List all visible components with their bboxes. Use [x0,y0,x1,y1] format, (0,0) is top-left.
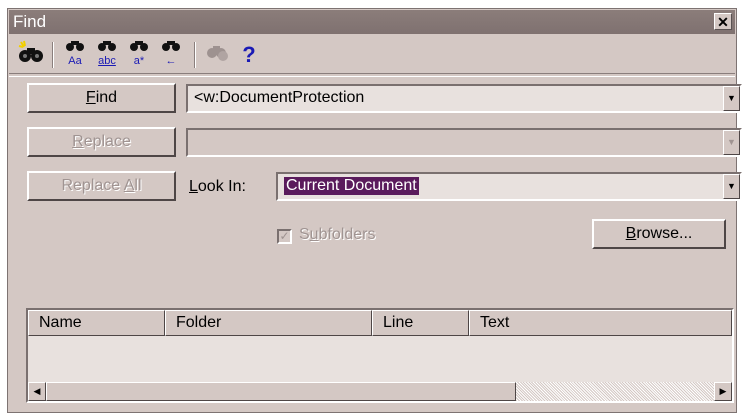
disabled-tool-icon[interactable] [202,40,232,70]
wildcard-caption: a* [133,55,145,67]
replace-all-label-end: ll [134,177,142,194]
replace-input[interactable]: ▼ [186,128,742,157]
replace-all-button[interactable]: Replace All [27,171,176,201]
browse-mnemonic: B [625,225,637,242]
scroll-left-icon[interactable]: ◀ [28,382,46,401]
match-case-caption: Aa [68,55,82,67]
close-icon[interactable]: ✕ [714,13,732,30]
replace-button[interactable]: Replace [27,127,176,157]
find-input-value: <w:DocumentProtection [194,89,365,106]
look-in-label: Look In: [189,178,246,196]
chevron-down-icon[interactable]: ▼ [723,130,740,155]
column-header-folder[interactable]: Folder [165,310,372,336]
look-in-mnemonic: L [189,178,198,195]
window-title: Find [13,12,47,31]
wildcard-icon[interactable]: a* [124,40,154,70]
chevron-down-icon[interactable]: ▼ [723,86,740,111]
look-in-value: Current Document [284,177,419,195]
whole-word-icon[interactable]: abc [92,40,122,70]
look-in-label-text: ook In: [197,178,246,195]
column-header-line[interactable]: Line [372,310,469,336]
results-list[interactable]: Name Folder Line Text ◀ ▶ [26,308,734,403]
whole-word-caption: abc [98,55,116,67]
help-icon[interactable]: ? [234,40,264,70]
browse-button[interactable]: Browse... [592,219,726,249]
chevron-down-icon[interactable]: ▼ [723,174,740,199]
scroll-right-icon[interactable]: ▶ [714,382,732,401]
match-case-icon[interactable]: Aa [60,40,90,70]
toolbar-separator [52,42,54,68]
replace-all-label: Replace [61,177,124,194]
find-input[interactable]: <w:DocumentProtection ▼ [186,84,742,113]
find-button[interactable]: Find [27,83,176,113]
column-header-name[interactable]: Name [28,310,165,336]
look-in-select[interactable]: Current Document ▼ [276,172,742,201]
toolbar-separator [194,42,196,68]
find-button-label: ind [95,89,118,106]
find-mnemonic: F [85,89,96,106]
find-previous-icon[interactable]: ← [156,40,186,70]
scrollbar-track[interactable] [516,382,714,401]
title-bar: Find ✕ [9,10,735,34]
replace-all-mnemonic: A [123,177,135,194]
subfolders-label: Subfolders [299,226,376,244]
find-binoculars-icon[interactable] [16,40,46,70]
subfolders-checkbox[interactable]: ✓ [277,229,292,244]
toolbar-divider [9,73,735,77]
scrollbar-thumb[interactable] [46,382,516,401]
find-previous-caption: ← [165,55,177,67]
column-header-text[interactable]: Text [469,310,732,336]
toolbar: Aa abc a* ← ? [12,38,732,72]
replace-mnemonic: R [72,133,84,150]
subfolders-label-end: bfolders [318,226,376,243]
horizontal-scrollbar[interactable]: ◀ ▶ [28,382,732,401]
browse-button-label: rowse... [636,225,693,242]
subfolders-mnemonic: u [309,226,319,243]
subfolders-label-start: S [299,226,310,243]
replace-button-label: eplace [83,133,131,150]
find-dialog: Find ✕ Aa abc a* ← ? Find <w:DocumentPro… [7,8,742,413]
